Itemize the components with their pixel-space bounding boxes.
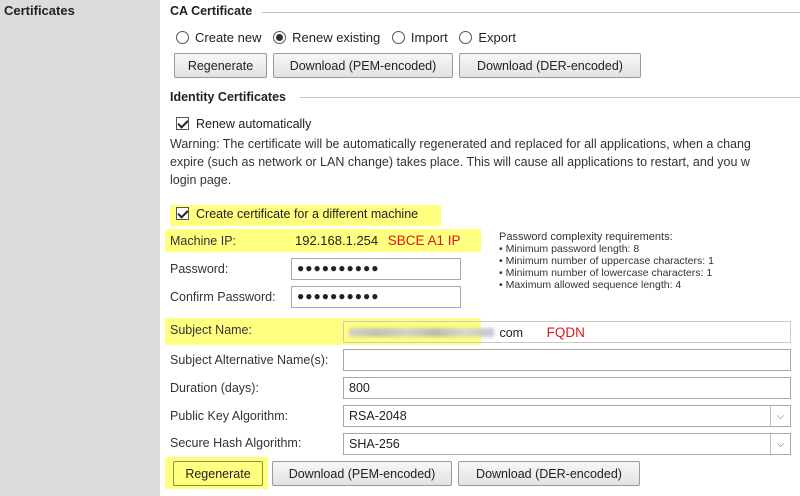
checkbox-label: Renew automatically <box>196 117 312 131</box>
subject-name-suffix: com <box>499 326 524 340</box>
requirement-item: • Minimum number of uppercase characters… <box>499 255 714 267</box>
ca-download-der-button[interactable]: Download (DER-encoded) <box>459 53 641 78</box>
certificates-panel: CA Certificate Create new Renew existing… <box>160 0 800 496</box>
duration-field[interactable]: 800 <box>343 377 791 399</box>
machine-ip-label: Machine IP: <box>170 234 237 248</box>
checkbox-checked-icon <box>176 117 189 130</box>
chevron-down-icon[interactable]: ⌵ <box>770 434 790 454</box>
machine-ip-annotation: SBCE A1 IP <box>387 233 461 248</box>
confirm-password-field[interactable]: ●●●●●●●●●● <box>291 286 461 308</box>
subject-name-field[interactable]: com FQDN <box>343 321 791 343</box>
radio-create-new[interactable]: Create new <box>176 30 261 45</box>
duration-label: Duration (days): <box>170 381 259 395</box>
warning-line: Warning: The certificate will be automat… <box>170 137 751 151</box>
selected-value: RSA-2048 <box>349 409 407 423</box>
checkbox-checked-icon <box>176 207 189 220</box>
public-key-algorithm-label: Public Key Algorithm: <box>170 409 289 423</box>
requirement-item: • Maximum allowed sequence length: 4 <box>499 279 682 291</box>
redacted-subject-name <box>349 328 494 337</box>
sidebar-column: Certificates <box>0 0 160 496</box>
password-field[interactable]: ●●●●●●●●●● <box>291 258 461 280</box>
confirm-password-label: Confirm Password: <box>170 290 276 304</box>
ca-download-pem-button[interactable]: Download (PEM-encoded) <box>273 53 453 78</box>
warning-text: Warning: The certificate will be automat… <box>170 135 751 189</box>
san-field[interactable] <box>343 349 791 371</box>
requirements-title: Password complexity requirements: <box>499 231 673 243</box>
radio-icon <box>459 31 473 44</box>
different-machine-checkbox[interactable]: Create certificate for a different machi… <box>176 207 418 221</box>
machine-ip-value[interactable]: 192.168.1.254 SBCE A1 IP <box>295 233 461 248</box>
radio-import[interactable]: Import <box>391 30 448 45</box>
radio-label: Export <box>478 30 516 45</box>
radio-renew-existing[interactable]: Renew existing <box>273 30 380 45</box>
secure-hash-algorithm-label: Secure Hash Algorithm: <box>170 436 302 450</box>
secure-hash-algorithm-select[interactable]: SHA-256 ⌵ <box>343 433 791 455</box>
requirement-item: • Minimum password length: 8 <box>499 243 640 255</box>
ca-certificate-heading: CA Certificate <box>170 4 253 18</box>
public-key-algorithm-select[interactable]: RSA-2048 ⌵ <box>343 405 791 427</box>
ca-group-divider <box>262 12 800 13</box>
identity-group-divider <box>300 97 800 98</box>
checkbox-label: Create certificate for a different machi… <box>196 207 419 221</box>
requirement-item: • Minimum number of lowercase characters… <box>499 267 713 279</box>
san-label: Subject Alternative Name(s): <box>170 353 329 367</box>
subject-name-label: Subject Name: <box>170 323 252 337</box>
radio-icon <box>176 31 189 44</box>
machine-ip-text: 192.168.1.254 <box>295 233 379 248</box>
radio-selected-icon <box>273 31 287 44</box>
identity-download-pem-button[interactable]: Download (PEM-encoded) <box>272 461 452 486</box>
ca-regenerate-button[interactable]: Regenerate <box>174 53 267 78</box>
radio-label: Import <box>410 30 448 45</box>
subject-name-annotation: FQDN <box>546 325 585 340</box>
password-requirements: Password complexity requirements: • Mini… <box>499 231 714 291</box>
ca-radio-group: Create new Renew existing Import Export <box>176 30 516 45</box>
identity-certificates-heading: Identity Certificates <box>170 90 287 104</box>
warning-line: login page. <box>170 173 232 187</box>
identity-regenerate-button[interactable]: Regenerate <box>173 461 263 486</box>
section-title: Certificates <box>4 3 75 18</box>
radio-export[interactable]: Export <box>459 30 516 45</box>
radio-label: Renew existing <box>292 30 381 45</box>
radio-icon <box>391 31 405 44</box>
warning-line: expire (such as network or LAN change) t… <box>170 155 750 169</box>
chevron-down-icon[interactable]: ⌵ <box>770 406 790 426</box>
identity-download-der-button[interactable]: Download (DER-encoded) <box>458 461 640 486</box>
selected-value: SHA-256 <box>349 437 400 451</box>
radio-label: Create new <box>195 30 262 45</box>
password-label: Password: <box>170 262 229 276</box>
renew-automatically-checkbox[interactable]: Renew automatically <box>176 117 311 131</box>
